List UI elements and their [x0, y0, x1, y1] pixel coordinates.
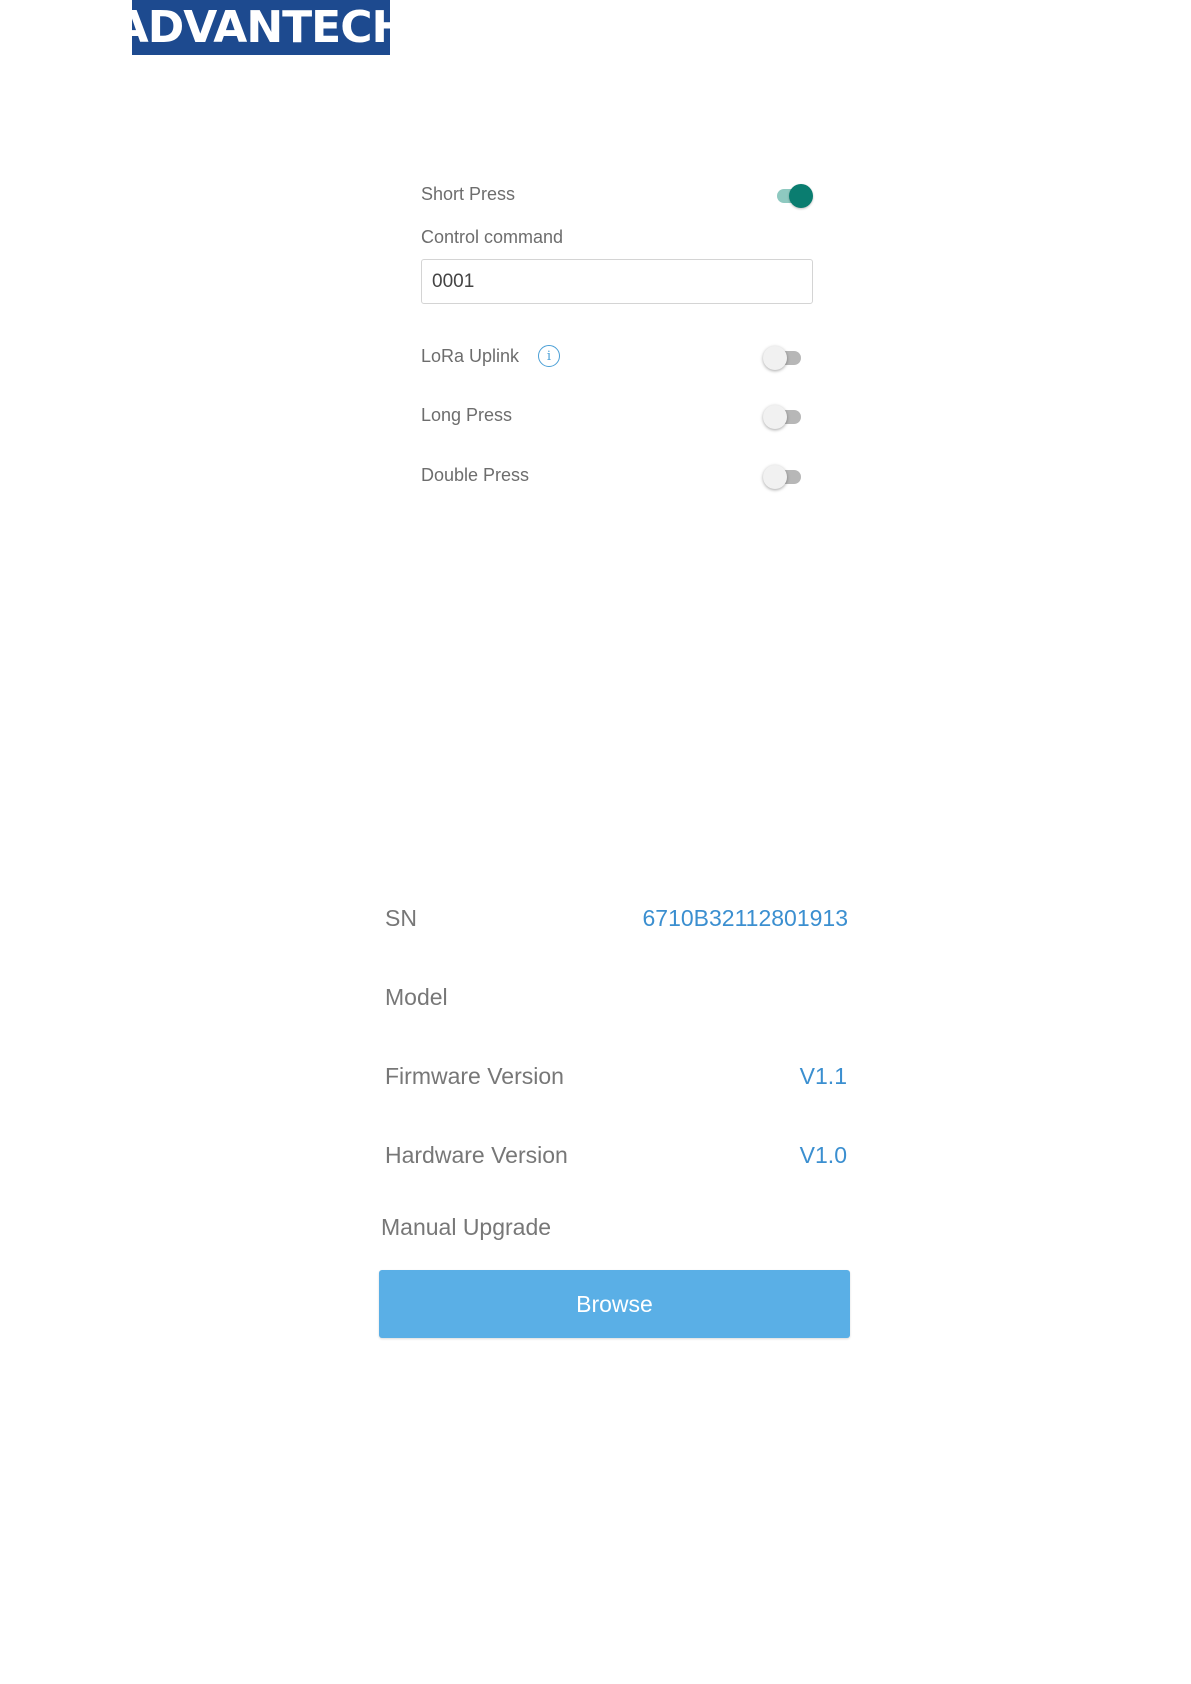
hardware-version-label: Hardware Version: [385, 1142, 568, 1168]
sn-value: 6710B32112801913: [642, 905, 848, 931]
sn-label: SN: [385, 905, 417, 931]
lora-uplink-toggle[interactable]: [763, 345, 803, 370]
short-press-toggle[interactable]: [773, 183, 813, 208]
hardware-version-value: V1.0: [799, 1142, 847, 1168]
advantech-logo: ADVANTECH: [114, 0, 408, 55]
info-icon[interactable]: i: [538, 345, 560, 367]
toggle-knob: [763, 346, 787, 370]
short-press-label: Short Press: [421, 184, 516, 204]
toggle-knob: [763, 405, 787, 429]
manual-upgrade-label: Manual Upgrade: [381, 1214, 552, 1240]
lora-uplink-label: LoRa Uplink: [421, 346, 520, 366]
control-command-input[interactable]: 0001: [421, 259, 813, 304]
firmware-version-value: V1.1: [799, 1063, 847, 1089]
double-press-label: Double Press: [421, 465, 530, 485]
double-press-toggle[interactable]: [763, 464, 803, 489]
toggle-knob: [789, 184, 813, 208]
toggle-knob: [763, 465, 787, 489]
model-label: Model: [385, 984, 448, 1010]
long-press-toggle[interactable]: [763, 404, 803, 429]
control-command-label: Control command: [421, 227, 564, 247]
long-press-label: Long Press: [421, 405, 513, 425]
browse-button[interactable]: Browse: [379, 1270, 850, 1338]
firmware-version-label: Firmware Version: [385, 1063, 564, 1089]
